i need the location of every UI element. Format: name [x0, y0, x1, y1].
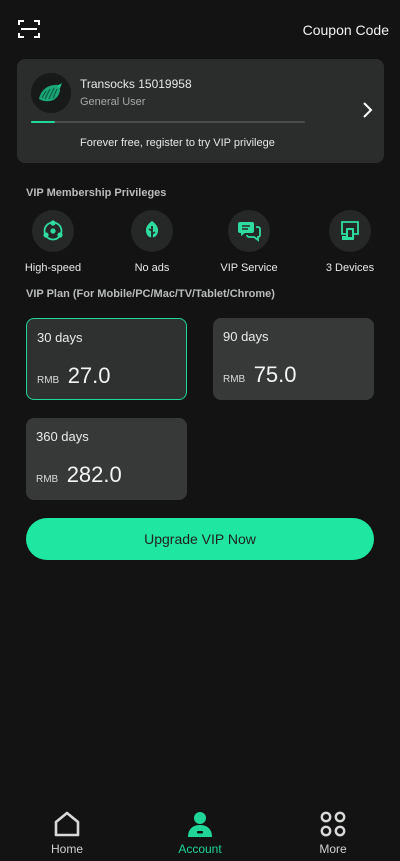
- coupon-code-link[interactable]: Coupon Code: [303, 22, 389, 38]
- upgrade-vip-button[interactable]: Upgrade VIP Now: [26, 518, 374, 560]
- avatar: [31, 73, 71, 113]
- scan-icon[interactable]: [18, 19, 40, 39]
- nav-item-home[interactable]: Home: [27, 810, 107, 856]
- nav-label: Account: [178, 842, 222, 856]
- plan-days: 30 days: [37, 330, 83, 345]
- nav-item-account[interactable]: Account: [160, 810, 240, 856]
- home-icon: [27, 810, 107, 838]
- privilege-vip-service: VIP Service: [209, 210, 289, 274]
- username: Transocks 15019958: [80, 77, 192, 91]
- privileges-title: VIP Membership Privileges: [26, 187, 167, 199]
- more-grid-icon: [293, 810, 373, 838]
- plan-currency: RMB: [37, 375, 60, 386]
- plan-days: 360 days: [36, 429, 89, 444]
- privilege-label: No ads: [134, 262, 170, 274]
- plan-days: 90 days: [223, 329, 269, 344]
- plan-amount: 27.0: [67, 363, 111, 388]
- plan-price: RMB 75.0: [223, 362, 297, 388]
- plan-360-days[interactable]: 360 days RMB 282.0: [26, 418, 187, 500]
- nav-item-more[interactable]: More: [293, 810, 373, 856]
- account-icon: [160, 810, 240, 838]
- plan-currency: RMB: [36, 474, 59, 485]
- privilege-label: High-speed: [24, 262, 82, 274]
- plan-price: RMB 282.0: [36, 462, 122, 488]
- user-progress-fill: [31, 121, 55, 123]
- plan-price: RMB 27.0: [37, 363, 111, 389]
- nav-label: Home: [50, 842, 83, 856]
- privilege-high-speed: High-speed: [13, 210, 93, 274]
- user-promo-text: Forever free, register to try VIP privil…: [80, 137, 275, 149]
- plan-amount: 282.0: [66, 462, 122, 487]
- nav-label: More: [319, 842, 347, 856]
- plan-currency: RMB: [223, 374, 246, 385]
- speed-network-icon: [32, 210, 74, 252]
- plans-title: VIP Plan (For Mobile/PC/Mac/TV/Tablet/Ch…: [26, 288, 275, 300]
- chat-service-icon: [228, 210, 270, 252]
- devices-icon: [329, 210, 371, 252]
- bottom-nav: Home Account More: [0, 800, 400, 861]
- user-progress-track: [31, 121, 305, 123]
- privilege-3-devices: 3 Devices: [310, 210, 390, 274]
- leaf-icon: [131, 210, 173, 252]
- plan-30-days[interactable]: 30 days RMB 27.0: [26, 318, 187, 400]
- chevron-right-icon[interactable]: [360, 101, 374, 119]
- user-type: General User: [80, 96, 146, 108]
- user-card[interactable]: Transocks 15019958 General User Forever …: [17, 59, 384, 163]
- top-bar: Coupon Code: [0, 0, 400, 60]
- plan-90-days[interactable]: 90 days RMB 75.0: [213, 318, 374, 400]
- privilege-label: VIP Service: [220, 262, 278, 274]
- privilege-no-ads: No ads: [112, 210, 192, 274]
- privilege-label: 3 Devices: [325, 262, 375, 274]
- plan-amount: 75.0: [253, 362, 297, 387]
